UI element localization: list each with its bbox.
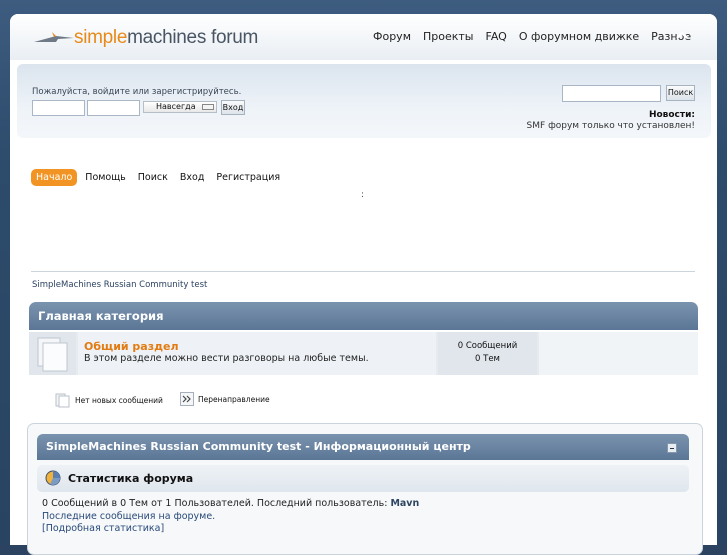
legend-redirect: Перенаправление [180, 392, 270, 406]
logo-bird-icon [34, 32, 74, 42]
recent-posts-row: Последние сообщения на форуме. [42, 511, 215, 522]
top-menu: Форум Проекты FAQ О форумном движке Разн… [373, 30, 703, 43]
tab-register[interactable]: Регистрация [216, 172, 280, 183]
legend-no-new: Нет новых сообщений [55, 392, 163, 408]
category-header: Главная категория [29, 302, 698, 330]
board-posts-count: 0 Сообщений [457, 341, 518, 351]
board-icon-cell [29, 332, 76, 375]
tab-help[interactable]: Помощь [85, 172, 125, 183]
news-label: Новости: [648, 110, 695, 120]
main-nav: Начало Помощь Поиск Вход Регистрация [31, 169, 292, 186]
board-lastpost-cell [539, 332, 698, 375]
session-length-value: Навсегда [156, 102, 196, 111]
stats-summary: 0 Сообщений в 0 Тем от 1 Пользователей. … [42, 498, 419, 509]
detailed-stats-row: [Подробная статистика] [42, 523, 164, 534]
logo-text: simplemachines forum [74, 27, 259, 48]
stats-title: Статистика форума [68, 472, 194, 485]
dropdown-arrow-icon [202, 104, 214, 110]
latest-member-link[interactable]: Mavn [390, 498, 419, 509]
menu-item-faq[interactable]: FAQ [486, 30, 507, 43]
detailed-stats-link[interactable]: [Подробная статистика] [42, 523, 164, 534]
board-no-new-icon[interactable] [29, 332, 76, 375]
search-button[interactable]: Поиск [666, 85, 695, 101]
board-link[interactable]: Общий раздел [84, 340, 179, 353]
recent-posts-link[interactable]: Последние сообщения на форуме. [42, 511, 215, 522]
forum-logo[interactable]: simplemachines forum [34, 26, 258, 50]
menu-item-about-engine[interactable]: О форумном движке [519, 30, 639, 43]
tab-home[interactable]: Начало [31, 169, 78, 186]
stats-header: Статистика форума [37, 465, 689, 492]
search-input[interactable] [562, 85, 661, 102]
stats-summary-text: 0 Сообщений в 0 Тем от 1 Пользователей. … [42, 498, 388, 509]
divider [31, 271, 695, 272]
tab-login[interactable]: Вход [180, 172, 205, 183]
board-topics-count: 0 Тем [475, 354, 500, 364]
empty-content-colon: : [361, 190, 365, 200]
username-input[interactable] [32, 100, 85, 116]
info-center-title: SimpleMachines Russian Community test - … [46, 440, 471, 453]
no-new-posts-icon [55, 393, 70, 408]
breadcrumb[interactable]: SimpleMachines Russian Community test [32, 280, 207, 290]
session-length-select[interactable]: Навсегда [143, 101, 217, 113]
legend-no-new-label: Нет новых сообщений [75, 395, 163, 405]
login-message: Пожалуйста, войдите или зарегистрируйтес… [32, 87, 242, 97]
pie-chart-icon [45, 470, 61, 486]
board-description: В этом разделе можно вести разговоры на … [84, 353, 369, 364]
info-center-header: SimpleMachines Russian Community test - … [37, 434, 689, 460]
category-title: Главная категория [38, 309, 164, 323]
menu-item-forum[interactable]: Форум [373, 30, 411, 43]
password-input[interactable] [87, 100, 140, 116]
legend-redirect-label: Перенаправление [198, 394, 270, 404]
tab-search[interactable]: Поиск [138, 172, 168, 183]
breadcrumb-link[interactable]: SimpleMachines Russian Community test [32, 280, 207, 290]
menu-item-projects[interactable]: Проекты [423, 30, 474, 43]
news-text: SMF форум только что установлен! [526, 121, 695, 131]
top-header: simplemachines forum Форум Проекты FAQ О… [10, 14, 717, 60]
login-button[interactable]: Вход [221, 100, 245, 115]
collapse-info-icon[interactable] [667, 443, 677, 453]
redirect-icon [180, 392, 194, 406]
collapse-header-icon[interactable] [675, 28, 689, 42]
